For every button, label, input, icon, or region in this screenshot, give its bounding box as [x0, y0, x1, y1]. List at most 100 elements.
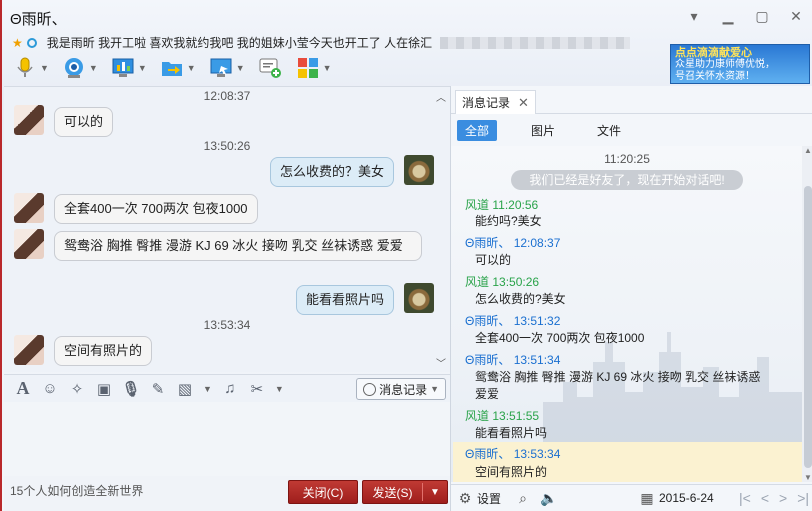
image-icon[interactable]: ▧: [176, 380, 194, 398]
history-list[interactable]: 11:20:25 我们已经是好友了，现在开始对话吧! 风道 11:20:56 能…: [451, 146, 803, 482]
video-call-button[interactable]: ▼: [61, 54, 98, 82]
music-icon[interactable]: ♫: [221, 380, 239, 398]
tab-message-record[interactable]: 消息记录 ✕: [455, 90, 536, 114]
ad-line: 号召关怀水资源！: [675, 71, 755, 82]
filter-all[interactable]: 全部: [457, 120, 498, 141]
clock-icon: [363, 382, 377, 396]
star-icon: ★: [12, 35, 23, 50]
history-tabbar: 消息记录 ✕: [451, 86, 812, 114]
send-file-button[interactable]: ▼: [159, 54, 196, 82]
tab-label: 消息记录: [462, 96, 511, 110]
chevron-down-icon[interactable]: ▼: [203, 384, 212, 394]
next-page-icon[interactable]: >: [779, 490, 787, 506]
history-entry-text: 能约吗?美女: [475, 214, 542, 228]
screen-share-icon: [208, 56, 234, 80]
scroll-up-icon[interactable]: ▲: [802, 146, 812, 155]
chevron-down-icon: ▼: [430, 384, 439, 394]
apps-grid-icon: [295, 56, 321, 80]
history-entry-header: 风道 13:50:26: [465, 275, 540, 289]
message-bubble: 能看看照片吗: [295, 285, 394, 315]
search-icon[interactable]: ⌕: [515, 490, 531, 506]
chevron-down-icon[interactable]: ▼: [236, 63, 245, 73]
dropdown-icon[interactable]: ▾: [686, 8, 702, 24]
my-avatar[interactable]: [404, 155, 434, 185]
expand-arrow-icon[interactable]: ﹀: [436, 355, 446, 370]
ad-banner[interactable]: 点点滴滴献爱心 众星助力康师傅优悦， 号召关怀水资源！: [670, 44, 810, 84]
close-icon[interactable]: ✕: [518, 95, 529, 111]
history-entry-text: 能看看照片吗: [475, 426, 548, 440]
message-bubble: 怎么收费的？美女: [269, 157, 394, 187]
contact-avatar[interactable]: [14, 193, 44, 223]
group-chat-button[interactable]: [257, 54, 283, 82]
first-page-icon[interactable]: |<: [739, 490, 751, 506]
voice-call-button[interactable]: ▼: [12, 54, 49, 82]
chevron-down-icon[interactable]: ▼: [89, 63, 98, 73]
date-picker[interactable]: ▦ 2015-6-24: [639, 489, 713, 506]
contact-avatar[interactable]: [14, 229, 44, 259]
font-icon[interactable]: A: [14, 378, 32, 398]
redacted-text: [440, 36, 631, 49]
history-entry-header: 风道 11:20:56: [465, 198, 539, 212]
chevron-down-icon[interactable]: ▼: [275, 384, 284, 394]
scroll-down-icon[interactable]: ▼: [802, 473, 812, 482]
my-avatar[interactable]: [404, 283, 434, 313]
signature-text: 我是雨昕 我开工啦 喜欢我就约我吧 我的姐妹小莹今天也开工了 人在徐汇: [46, 36, 433, 50]
last-page-icon[interactable]: >|: [797, 490, 809, 506]
monitor-chart-icon: [110, 56, 136, 80]
chevron-down-icon[interactable]: ▼: [423, 487, 447, 498]
screenshot-icon[interactable]: ✂: [248, 380, 266, 398]
scroll-thumb[interactable]: [804, 186, 812, 468]
calendar-icon: ▦: [640, 489, 654, 506]
send-button[interactable]: 发送(S) ▼: [362, 480, 448, 504]
microphone-icon: [12, 56, 38, 80]
history-entry-header: Θ雨昕、 13:51:32: [465, 314, 561, 328]
history-entry-text: 全套400一次 700两次 包夜1000: [475, 331, 645, 345]
contact-avatar[interactable]: [14, 335, 44, 365]
message-input[interactable]: [4, 402, 450, 476]
minimize-icon[interactable]: ▁: [720, 8, 736, 24]
message-bubble: 全套400一次 700两次 包夜1000: [54, 194, 258, 224]
settings-button[interactable]: ⚙ 设置: [457, 490, 501, 507]
history-scrollbar[interactable]: ▲ ▼: [802, 146, 812, 482]
chevron-down-icon[interactable]: ▼: [323, 63, 332, 73]
status-icon: [26, 37, 37, 48]
video-clip-icon[interactable]: ▣: [95, 380, 113, 398]
contact-avatar[interactable]: [14, 105, 44, 135]
history-entry-text: 空间有照片的: [475, 465, 548, 479]
folder-arrow-icon: [159, 56, 185, 80]
ad-line: 众星助力康师傅优悦，: [675, 59, 775, 70]
close-button[interactable]: 关闭(C): [288, 480, 358, 504]
filter-files[interactable]: 文件: [589, 120, 629, 141]
apps-button[interactable]: ▼: [295, 54, 332, 82]
webcam-icon: [61, 56, 87, 80]
message-timestamp: 13:50:26: [203, 139, 251, 153]
emoji-icon[interactable]: ☺: [41, 380, 59, 398]
mic-icon[interactable]: 🎙: [121, 380, 140, 398]
history-entry-header: 风道 13:51:55: [465, 409, 540, 423]
close-icon[interactable]: ✕: [788, 8, 804, 24]
maximize-icon[interactable]: ▢: [754, 8, 770, 24]
chat-messages[interactable]: ︿ 12:08:37 可以的 13:50:26 怎么收费的？美女 全套400一次…: [4, 86, 450, 372]
contact-name: Θ雨昕、: [10, 11, 67, 28]
message-record-button[interactable]: 消息记录 ▼: [356, 378, 446, 400]
chevron-down-icon[interactable]: ▼: [187, 63, 196, 73]
history-entry-header: Θ雨昕、 12:08:37: [465, 236, 561, 250]
screen-share-button[interactable]: ▼: [208, 54, 245, 82]
prev-page-icon[interactable]: <: [761, 490, 769, 506]
message-bubble: 鸳鸯浴 胸推 臀推 漫游 KJ 69 冰火 接吻 乳交 丝袜诱惑 爱爱: [54, 231, 422, 261]
magic-icon[interactable]: ✧: [68, 380, 86, 398]
speaker-icon[interactable]: 🔈: [540, 490, 557, 506]
tip-link[interactable]: 15个人如何创造全新世界: [10, 482, 143, 499]
chevron-down-icon[interactable]: ▼: [40, 63, 49, 73]
history-entry-text: 怎么收费的?美女: [475, 292, 566, 306]
filter-images[interactable]: 图片: [523, 120, 563, 141]
signature-row: ★ 我是雨昕 我开工啦 喜欢我就约我吧 我的姐妹小莹今天也开工了 人在徐汇: [12, 34, 631, 51]
edit-icon[interactable]: ✎: [149, 380, 167, 398]
chevron-down-icon[interactable]: ▼: [138, 63, 147, 73]
message-record-label: 消息记录: [379, 382, 428, 397]
history-entry-text: 可以的: [475, 253, 512, 267]
history-timestamp: 11:20:25: [604, 152, 650, 166]
history-entry-header: Θ雨昕、 13:53:34: [465, 447, 561, 461]
remote-assist-button[interactable]: ▼: [110, 54, 147, 82]
send-label: 发送(S): [372, 485, 413, 500]
